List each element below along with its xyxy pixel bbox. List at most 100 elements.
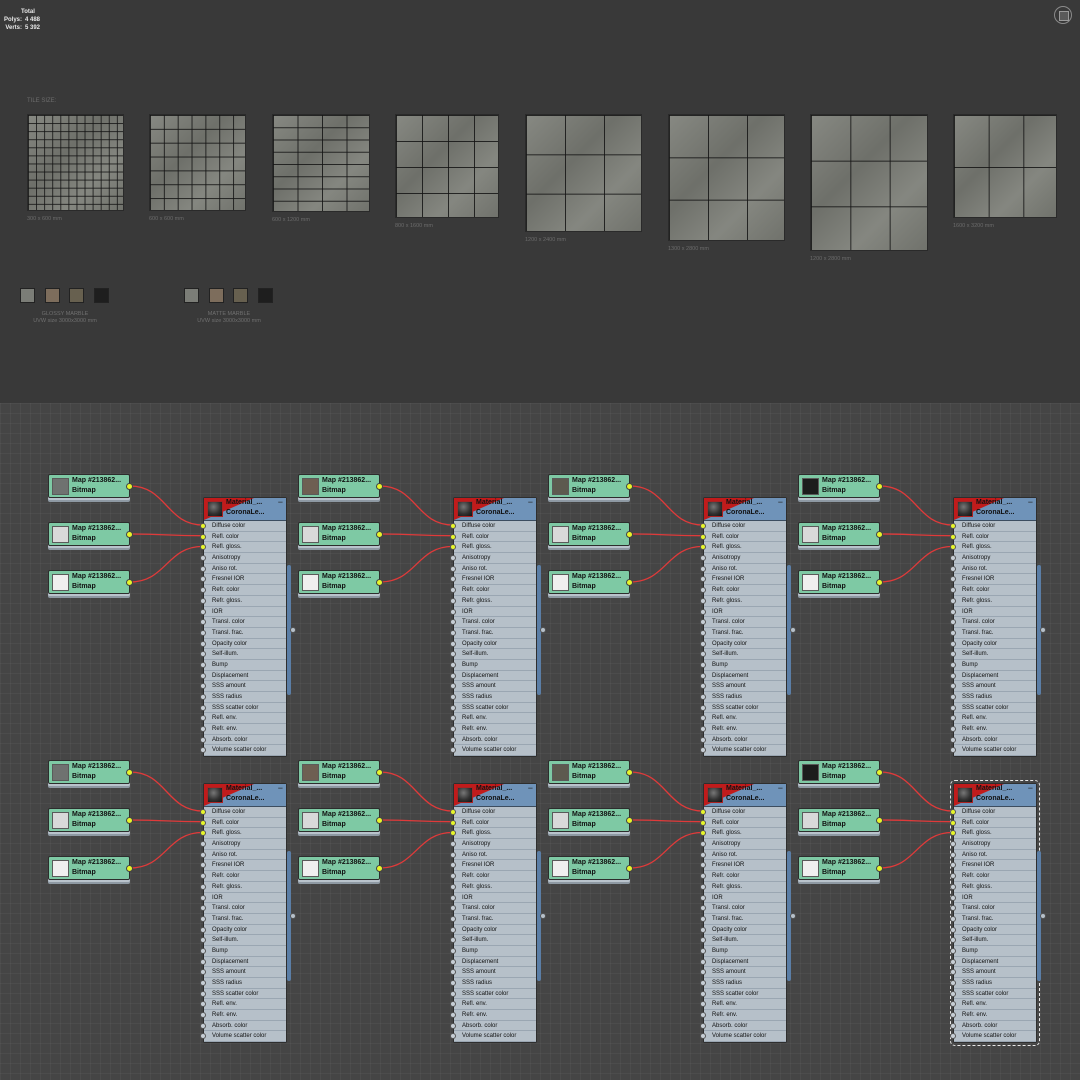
input-socket[interactable]: [200, 990, 206, 997]
material-slot[interactable]: SSS scatter color: [200, 703, 286, 714]
collapse-icon[interactable]: −: [528, 784, 533, 793]
input-socket[interactable]: [950, 715, 956, 722]
material-slot[interactable]: Opacity color: [450, 639, 536, 650]
material-slot[interactable]: Refl. gloss.: [700, 828, 786, 840]
material-slot[interactable]: Refr. color: [950, 871, 1036, 882]
material-slot[interactable]: Opacity color: [950, 639, 1036, 650]
input-socket[interactable]: [700, 619, 706, 626]
bitmap-node[interactable]: Map #213862... Bitmap: [48, 808, 133, 832]
material-slot[interactable]: Volume scatter color: [700, 745, 786, 757]
material-slot[interactable]: Transl. color: [700, 617, 786, 628]
material-slot[interactable]: IOR: [700, 893, 786, 904]
input-socket[interactable]: [450, 661, 456, 668]
material-node-header[interactable]: Material_... CoronaLe... −: [454, 784, 536, 807]
material-slot[interactable]: Refl. env.: [950, 713, 1036, 725]
material-node-header[interactable]: Material_... CoronaLe... −: [454, 498, 536, 521]
material-slot[interactable]: Bump: [450, 660, 536, 671]
material-slot[interactable]: Fresnel IOR: [450, 574, 536, 586]
input-socket[interactable]: [450, 576, 456, 583]
input-socket[interactable]: [450, 883, 456, 890]
input-socket[interactable]: [450, 1033, 456, 1040]
material-slot[interactable]: Opacity color: [700, 639, 786, 650]
material-slot[interactable]: Refr. env.: [950, 724, 1036, 735]
input-socket[interactable]: [950, 926, 956, 933]
input-socket[interactable]: [450, 905, 456, 912]
material-slot[interactable]: Diffuse color: [450, 521, 536, 532]
output-socket[interactable]: [876, 817, 883, 824]
input-socket[interactable]: [200, 672, 206, 679]
material-slot[interactable]: Anisotropy: [950, 839, 1036, 850]
input-socket[interactable]: [700, 523, 706, 529]
material-slot[interactable]: IOR: [700, 607, 786, 618]
material-slot[interactable]: Refr. color: [450, 871, 536, 882]
input-socket[interactable]: [200, 544, 206, 551]
material-slot[interactable]: Transl. frac.: [950, 628, 1036, 639]
material-slot[interactable]: Opacity color: [200, 925, 286, 936]
input-socket[interactable]: [200, 736, 206, 743]
material-slot[interactable]: Refl. color: [950, 818, 1036, 829]
material-slot[interactable]: Refr. color: [700, 871, 786, 882]
material-slot[interactable]: Absorb. color: [700, 1021, 786, 1032]
input-socket[interactable]: [700, 1022, 706, 1029]
bitmap-node[interactable]: Map #213862... Bitmap: [48, 474, 133, 498]
material-slot[interactable]: Transl. color: [950, 903, 1036, 914]
input-socket[interactable]: [700, 947, 706, 954]
material-slot[interactable]: Refr. color: [700, 585, 786, 596]
input-socket[interactable]: [450, 533, 456, 540]
input-socket[interactable]: [950, 597, 956, 604]
collapse-icon[interactable]: −: [1028, 498, 1033, 507]
material-slot[interactable]: Refr. env.: [200, 724, 286, 735]
input-socket[interactable]: [200, 958, 206, 965]
input-socket[interactable]: [700, 1012, 706, 1019]
output-socket[interactable]: [626, 579, 633, 586]
input-socket[interactable]: [950, 841, 956, 848]
input-socket[interactable]: [450, 523, 456, 529]
material-slot[interactable]: Displacement: [200, 957, 286, 968]
material-slot[interactable]: SSS radius: [200, 978, 286, 989]
input-socket[interactable]: [200, 533, 206, 540]
material-slot[interactable]: Opacity color: [450, 925, 536, 936]
input-socket[interactable]: [950, 608, 956, 615]
output-socket[interactable]: [876, 483, 883, 490]
material-slot[interactable]: Volume scatter color: [450, 1031, 536, 1043]
material-slot[interactable]: Transl. color: [200, 903, 286, 914]
input-socket[interactable]: [200, 809, 206, 815]
input-socket[interactable]: [700, 990, 706, 997]
collapse-icon[interactable]: −: [528, 498, 533, 507]
material-slot[interactable]: Displacement: [450, 957, 536, 968]
output-socket[interactable]: [626, 483, 633, 490]
material-slot[interactable]: Diffuse color: [950, 521, 1036, 532]
material-slot[interactable]: Displacement: [950, 957, 1036, 968]
input-socket[interactable]: [200, 587, 206, 594]
material-slot[interactable]: Aniso rot.: [450, 850, 536, 861]
material-slot[interactable]: SSS amount: [700, 967, 786, 978]
material-slot[interactable]: IOR: [450, 607, 536, 618]
input-socket[interactable]: [700, 862, 706, 869]
input-socket[interactable]: [950, 747, 956, 754]
material-slot[interactable]: Anisotropy: [700, 839, 786, 850]
material-slot[interactable]: Bump: [700, 660, 786, 671]
material-slot[interactable]: Refr. gloss.: [700, 882, 786, 893]
input-socket[interactable]: [450, 704, 456, 711]
material-node-header[interactable]: Material_... CoronaLe... −: [204, 784, 286, 807]
material-slot[interactable]: IOR: [200, 607, 286, 618]
material-slot[interactable]: SSS radius: [450, 692, 536, 703]
material-slot[interactable]: Refl. color: [700, 532, 786, 543]
material-slot[interactable]: Diffuse color: [700, 807, 786, 818]
input-socket[interactable]: [700, 694, 706, 700]
input-socket[interactable]: [450, 1012, 456, 1019]
material-slot[interactable]: Displacement: [200, 671, 286, 682]
material-slot[interactable]: Transl. frac.: [200, 914, 286, 925]
material-slot[interactable]: Refr. env.: [450, 1010, 536, 1021]
material-slot[interactable]: Refr. color: [200, 871, 286, 882]
material-output-socket[interactable]: [790, 913, 796, 919]
material-slot[interactable]: Refr. gloss.: [200, 596, 286, 607]
material-slot[interactable]: Volume scatter color: [200, 745, 286, 757]
input-socket[interactable]: [450, 597, 456, 604]
input-socket[interactable]: [450, 736, 456, 743]
input-socket[interactable]: [200, 619, 206, 626]
collapse-icon[interactable]: −: [278, 784, 283, 793]
material-slot[interactable]: Volume scatter color: [700, 1031, 786, 1043]
material-slot[interactable]: SSS amount: [450, 967, 536, 978]
input-socket[interactable]: [950, 851, 956, 858]
